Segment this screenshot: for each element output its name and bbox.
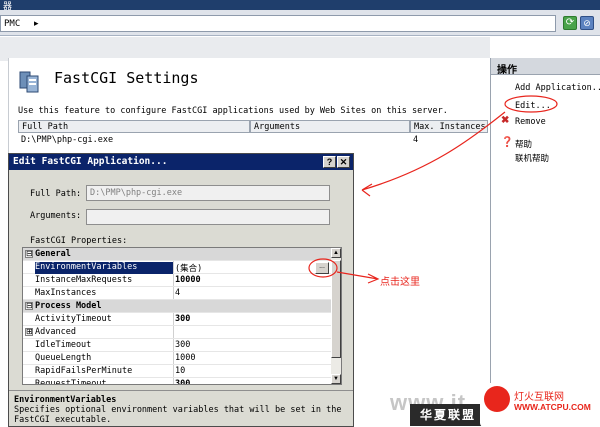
property-name: EnvironmentVariables [35,262,173,274]
full-path-field[interactable]: D:\PMP\php-cgi.exe [86,185,330,201]
dialog-help-button[interactable]: ? [323,156,336,168]
property-row[interactable]: EnvironmentVariables (集合) [23,261,331,274]
property-name: MaxInstances [35,288,97,298]
property-row[interactable]: InstanceMaxRequests 10000 [23,274,331,287]
property-name: QueueLength [35,353,92,363]
property-help-panel: EnvironmentVariables Specifies optional … [9,390,353,426]
breadcrumb-arrow-icon[interactable]: ▸ [34,18,39,29]
stop-button[interactable]: ⊘ [580,16,594,30]
property-row[interactable]: RequestTimeout 300 [23,378,331,385]
property-row[interactable]: IdleTimeout 300 [23,339,331,352]
cell-arguments [250,134,256,146]
actions-header-label: 操作 [497,65,517,76]
property-name: RequestTimeout [35,379,107,385]
property-value[interactable]: (集合) [175,262,202,274]
environment-variables-edit-button[interactable]: ... [315,262,329,274]
watermark-site-url: WWW.ATCPU.COM [514,402,591,412]
full-path-label: Full Path: [30,189,82,199]
collapse-icon[interactable]: ⊟ [25,302,33,310]
edit-link[interactable]: Edit... [515,101,551,111]
arguments-field[interactable] [86,209,330,225]
property-name: IdleTimeout [35,340,92,350]
property-name: Advanced [35,327,76,337]
property-name: General [35,249,71,259]
remove-link[interactable]: Remove [515,117,546,127]
column-header-full-path[interactable]: Full Path [18,120,250,133]
address-text: PMC [4,19,21,29]
scroll-thumb[interactable] [331,260,341,358]
property-row[interactable]: ActivityTimeout 300 [23,313,331,326]
property-name: ActivityTimeout [35,314,112,324]
property-name: InstanceMaxRequests [35,275,133,285]
watermark-site-name: 灯火互联网 [514,392,564,403]
online-help-link[interactable]: 联机帮助 [515,152,549,164]
scroll-down-button[interactable]: ▼ [331,374,341,384]
property-value[interactable]: 300 [175,379,190,384]
add-application-link[interactable]: Add Application... [515,83,600,93]
fastcgi-property-grid: ⊟ General EnvironmentVariables (集合) Instance… [22,247,342,385]
property-row[interactable]: QueueLength 1000 [23,352,331,365]
actions-pane: 操作 Add Application... Edit... ✖ Remove ❓… [490,58,600,427]
refresh-button[interactable]: ⟳ [563,16,577,30]
help-link[interactable]: 帮助 [515,138,532,150]
page-title: FastCGI Settings [54,69,199,87]
property-grid-scrollbar[interactable]: ▲ ▼ [331,248,341,384]
help-title: EnvironmentVariables [14,395,117,405]
flame-logo-icon [484,386,510,412]
watermark-chinese: 华夏联盟 [410,404,486,426]
remove-icon: ✖ [501,115,510,126]
property-value[interactable]: 4 [175,288,180,298]
window-title-bar: 器 [0,0,600,11]
annotation-text: 点击这里 [380,277,420,288]
dialog-title: Edit FastCGI Application... [13,156,168,167]
property-row[interactable]: MaxInstances 4 [23,287,331,300]
scroll-up-button[interactable]: ▲ [331,248,341,258]
page-description: Use this feature to configure FastCGI ap… [18,106,448,116]
property-row[interactable]: ⊞ Advanced [23,326,331,339]
fastcgi-properties-label: FastCGI Properties: [30,236,128,246]
actions-header: 操作 [491,58,600,76]
property-name: Process Model [35,301,102,311]
property-category[interactable]: ⊟ Process Model [23,300,331,313]
dialog-title-bar[interactable]: Edit FastCGI Application... ? ✕ [9,154,353,170]
property-category[interactable]: ⊟ General [23,248,331,261]
dialog-close-button[interactable]: ✕ [337,156,350,168]
help-description: Specifies optional environment variables… [14,405,342,425]
refresh-icon: ⟳ [565,17,575,28]
arguments-label: Arguments: [30,211,82,221]
address-input[interactable]: PMC ▸ [0,15,556,32]
property-value[interactable]: 1000 [175,353,195,363]
expand-icon[interactable]: ⊞ [25,328,33,336]
property-value[interactable]: 10 [175,366,185,376]
property-row[interactable]: RapidFailsPerMinute 10 [23,365,331,378]
address-bar: PMC ▸ ⟳ ⊘ [0,10,600,36]
property-value[interactable]: 10000 [175,275,201,285]
fastcgi-feature-icon [19,71,39,93]
cell-max-instances: 4 [413,135,419,145]
cell-full-path: D:\PMP\php-cgi.exe [21,135,114,145]
property-name: RapidFailsPerMinute [35,366,133,376]
property-value[interactable]: 300 [175,340,190,350]
column-header-max-instances[interactable]: Max. Instances [410,120,488,133]
collapse-icon[interactable]: ⊟ [25,250,33,258]
stop-icon: ⊘ [583,18,591,28]
column-header-arguments[interactable]: Arguments [250,120,410,133]
help-icon: ❓ [501,137,514,148]
property-value[interactable]: 300 [175,314,190,324]
